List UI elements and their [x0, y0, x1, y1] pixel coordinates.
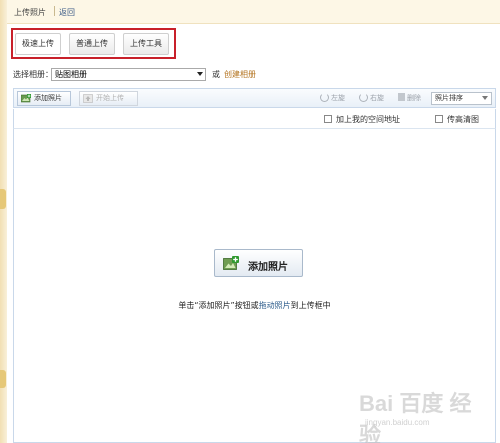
- add-address-checkbox[interactable]: [324, 115, 332, 123]
- add-photo-icon: [223, 256, 239, 270]
- left-edge: [0, 0, 7, 443]
- edge-knob: [0, 370, 6, 388]
- add-photo-button[interactable]: 添加照片: [17, 91, 71, 106]
- trash-icon: [398, 93, 405, 101]
- hd-checkbox[interactable]: [435, 115, 443, 123]
- chevron-down-icon: [197, 72, 203, 76]
- back-link[interactable]: 返回: [59, 7, 75, 18]
- hint-text-end: 到上传框中: [290, 301, 331, 310]
- sort-select[interactable]: 照片排序: [431, 92, 492, 105]
- add-photo-main-button[interactable]: 添加照片: [214, 249, 303, 277]
- watermark-brand: Bai 百度 经验: [359, 391, 472, 443]
- album-selected-value: 贴图相册: [55, 70, 87, 79]
- upload-toolbar: 添加照片 开始上传 左旋 右旋 删除 照片排序: [13, 88, 496, 108]
- hd-label: 传高清图: [447, 115, 479, 124]
- hint-text: 单击“添加照片”按钮或: [178, 301, 259, 310]
- sort-select-value: 照片排序: [435, 94, 463, 102]
- top-bar: 上传照片 返回: [7, 0, 500, 24]
- album-label: 选择相册：: [13, 70, 53, 79]
- add-photo-main-label: 添加照片: [248, 262, 288, 273]
- options-row: 加上我的空间地址 传高清图: [13, 109, 496, 129]
- album-row: 选择相册： 贴图相册 或 创建相册: [13, 68, 493, 82]
- tab-upload-tool[interactable]: 上传工具: [123, 33, 169, 55]
- drag-photo-link: 拖动照片: [258, 301, 291, 310]
- drop-hint: 单击“添加照片”按钮或拖动照片到上传框中: [14, 300, 495, 311]
- add-photo-icon: [21, 94, 31, 103]
- chevron-down-icon: [482, 96, 488, 100]
- start-upload-button[interactable]: 开始上传: [79, 91, 138, 106]
- create-album-link[interactable]: 创建相册: [224, 69, 256, 80]
- watermark-url: jingyan.baidu.com: [365, 418, 430, 427]
- rotate-left-button[interactable]: 左旋: [320, 93, 345, 103]
- or-text: 或: [212, 70, 220, 79]
- delete-button[interactable]: 删除: [398, 93, 421, 103]
- album-select[interactable]: 贴图相册: [51, 68, 206, 81]
- delete-label: 删除: [407, 94, 421, 102]
- tab-fast-upload[interactable]: 极速上传: [15, 33, 61, 55]
- hd-option[interactable]: 传高清图: [435, 114, 479, 125]
- rotate-left-icon: [320, 93, 329, 102]
- rotate-right-icon: [359, 93, 368, 102]
- upload-icon: [83, 94, 93, 103]
- rotate-right-label: 右旋: [370, 94, 384, 102]
- upload-tabs: 极速上传 普通上传 上传工具: [11, 28, 176, 59]
- divider: [54, 6, 55, 16]
- start-upload-label: 开始上传: [96, 94, 124, 102]
- watermark: Bai 百度 经验 jingyan.baidu.com: [359, 386, 489, 443]
- add-address-option[interactable]: 加上我的空间地址: [324, 114, 400, 125]
- upload-panel: 极速上传 普通上传 上传工具 选择相册： 贴图相册 或 创建相册 添加照片 开始…: [7, 24, 500, 443]
- tab-normal-upload[interactable]: 普通上传: [69, 33, 115, 55]
- add-address-label: 加上我的空间地址: [336, 115, 400, 124]
- add-photo-label: 添加照片: [34, 94, 62, 102]
- breadcrumb-title: 上传照片: [14, 8, 46, 17]
- edge-knob: [0, 189, 6, 209]
- rotate-left-label: 左旋: [331, 94, 345, 102]
- rotate-right-button[interactable]: 右旋: [359, 93, 384, 103]
